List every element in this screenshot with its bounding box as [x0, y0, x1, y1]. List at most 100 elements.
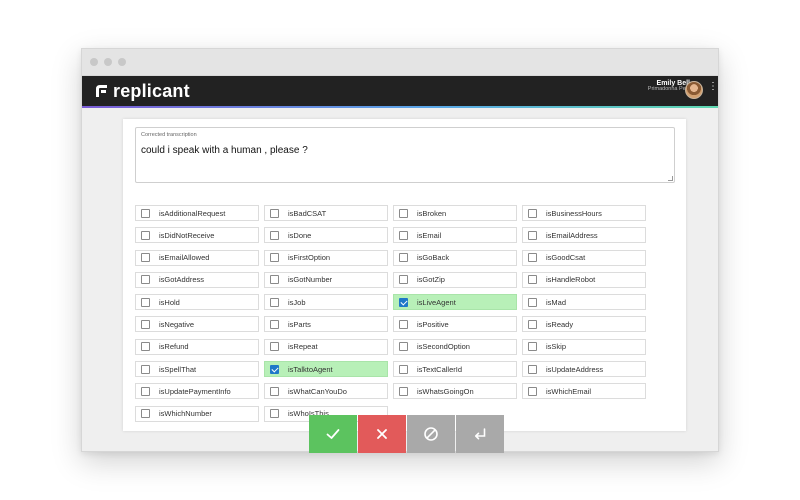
intent-option[interactable]: isLiveAgent	[393, 294, 517, 311]
reject-button[interactable]	[358, 415, 406, 453]
user-info: Emily Bell Primadonna Pets	[648, 80, 690, 93]
intent-checkbox[interactable]	[141, 275, 150, 285]
intent-option[interactable]: isRepeat	[264, 338, 388, 355]
intent-option[interactable]: isHold	[135, 294, 259, 311]
skip-button[interactable]	[407, 415, 455, 453]
intent-checkbox[interactable]	[270, 386, 279, 396]
intent-checkbox[interactable]	[141, 342, 150, 352]
intent-label: isSpellThat	[159, 364, 197, 374]
intent-checkbox[interactable]	[270, 230, 279, 240]
intent-option[interactable]: isPositive	[393, 316, 517, 333]
intent-label: isDone	[288, 230, 312, 240]
intent-checkbox[interactable]	[528, 364, 537, 374]
intent-label: isHold	[159, 297, 180, 307]
intent-checkbox[interactable]	[141, 253, 150, 263]
more-menu-icon[interactable]: ⋮	[708, 82, 718, 92]
intent-checkbox[interactable]	[528, 208, 537, 218]
intent-checkbox[interactable]	[528, 386, 537, 396]
intent-checkbox[interactable]	[399, 386, 408, 396]
intent-option[interactable]: isUpdatePaymentInfo	[135, 383, 259, 400]
intent-option[interactable]: isNegative	[135, 316, 259, 333]
intent-checkbox[interactable]	[528, 230, 537, 240]
intent-checkbox[interactable]	[528, 319, 537, 329]
intent-checkbox[interactable]	[399, 342, 408, 352]
accept-button[interactable]	[309, 415, 357, 453]
intent-option[interactable]: isGotAddress	[135, 271, 259, 288]
intent-option[interactable]: isWhichEmail	[522, 383, 646, 400]
window-minimize-dot[interactable]	[104, 58, 112, 66]
intent-label: isParts	[288, 319, 311, 329]
logo-text: replicant	[113, 80, 190, 101]
intent-option[interactable]: isTextCallerId	[393, 361, 517, 378]
logo[interactable]: replicant	[94, 81, 190, 102]
intent-label: isBusinessHours	[546, 208, 602, 218]
intent-option[interactable]: isDone	[264, 227, 388, 244]
intent-checkbox[interactable]	[399, 208, 408, 218]
intent-option[interactable]: isMad	[522, 294, 646, 311]
enter-button[interactable]	[456, 415, 504, 453]
intent-checkbox[interactable]	[141, 208, 150, 218]
intent-option[interactable]: isRefund	[135, 338, 259, 355]
intent-checkbox[interactable]	[399, 253, 408, 263]
intent-option[interactable]: isReady	[522, 316, 646, 333]
intent-label: isGotNumber	[288, 275, 333, 285]
intent-option[interactable]: isWhatsGoingOn	[393, 383, 517, 400]
annotation-panel: Corrected transcription could i speak wi…	[123, 119, 686, 431]
intent-checkbox[interactable]	[270, 253, 279, 263]
intent-checkbox[interactable]	[399, 230, 408, 240]
intent-option[interactable]: isEmail	[393, 227, 517, 244]
window-maximize-dot[interactable]	[118, 58, 126, 66]
intent-option[interactable]: isFirstOption	[264, 249, 388, 266]
intent-checkbox[interactable]	[399, 275, 408, 285]
intent-option[interactable]: isAdditionalRequest	[135, 205, 259, 221]
intent-option[interactable]: isGoodCsat	[522, 249, 646, 266]
intent-checkbox[interactable]	[399, 297, 408, 307]
avatar[interactable]	[685, 81, 703, 99]
intent-label: isJob	[288, 297, 306, 307]
intent-option[interactable]: isTalktoAgent	[264, 361, 388, 378]
intent-option[interactable]: isGoBack	[393, 249, 517, 266]
intent-checkbox[interactable]	[270, 208, 279, 218]
intent-checkbox[interactable]	[141, 319, 150, 329]
intent-option[interactable]: isUpdateAddress	[522, 361, 646, 378]
intent-option[interactable]: isSpellThat	[135, 361, 259, 378]
intent-checkbox[interactable]	[528, 253, 537, 263]
window-close-dot[interactable]	[90, 58, 98, 66]
intent-label: isMad	[546, 297, 567, 307]
intent-checkbox[interactable]	[528, 297, 537, 307]
intent-option[interactable]: isGotNumber	[264, 271, 388, 288]
transcription-field[interactable]: Corrected transcription could i speak wi…	[135, 127, 675, 183]
intent-checkbox[interactable]	[141, 386, 150, 396]
intent-checkbox[interactable]	[270, 275, 279, 285]
intent-option[interactable]: isBadCSAT	[264, 205, 388, 221]
intent-option[interactable]: isEmailAllowed	[135, 249, 259, 266]
resize-grip-icon[interactable]	[668, 176, 673, 181]
intent-checkbox[interactable]	[528, 275, 537, 285]
transcription-input[interactable]: could i speak with a human , please ?	[141, 145, 669, 156]
intent-option[interactable]: isBroken	[393, 205, 517, 221]
intent-checkbox[interactable]	[141, 297, 150, 307]
intent-checkbox[interactable]	[141, 230, 150, 240]
intent-option[interactable]: isSecondOption	[393, 338, 517, 355]
intent-checkbox[interactable]	[399, 319, 408, 329]
intent-checkbox[interactable]	[270, 409, 279, 419]
intent-checkbox[interactable]	[270, 319, 279, 329]
intent-checkbox[interactable]	[399, 364, 408, 374]
intent-option[interactable]: isParts	[264, 316, 388, 333]
intent-option[interactable]: isHandleRobot	[522, 271, 646, 288]
intent-option[interactable]: isBusinessHours	[522, 205, 646, 221]
intent-option[interactable]: isJob	[264, 294, 388, 311]
intent-option[interactable]: isWhichNumber	[135, 405, 259, 422]
intent-checkbox[interactable]	[528, 342, 537, 352]
intent-option[interactable]: isSkip	[522, 338, 646, 355]
intent-option[interactable]: isDidNotReceive	[135, 227, 259, 244]
intent-option[interactable]: isGotZip	[393, 271, 517, 288]
intent-checkbox[interactable]	[141, 364, 150, 374]
intent-option[interactable]: isWhatCanYouDo	[264, 383, 388, 400]
intent-checkbox[interactable]	[270, 364, 279, 374]
intent-checkbox[interactable]	[270, 297, 279, 307]
intent-checkbox[interactable]	[141, 409, 150, 419]
intent-label: isGotZip	[417, 275, 445, 285]
intent-checkbox[interactable]	[270, 342, 279, 352]
intent-option[interactable]: isEmailAddress	[522, 227, 646, 244]
